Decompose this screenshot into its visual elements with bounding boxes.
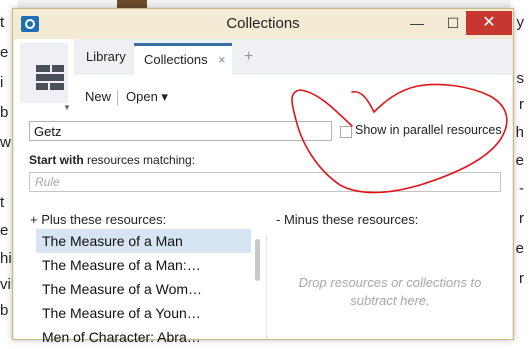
tab-strip: Library Collections × + bbox=[74, 39, 512, 75]
bg-right-char: - bbox=[519, 180, 524, 197]
collections-window: Collections — ☐ ✕ ▼ Library Collections … bbox=[12, 8, 514, 345]
resource-list-item[interactable]: The Measure of a Man bbox=[36, 229, 251, 253]
resource-list-item[interactable]: The Measure of a Youn… bbox=[36, 301, 251, 325]
add-tab-button[interactable]: + bbox=[244, 43, 253, 75]
panel-menu[interactable] bbox=[20, 43, 68, 103]
lists-divider bbox=[266, 234, 267, 339]
collections-panel: ▼ Library Collections × + New Open ▾ Sho… bbox=[14, 39, 512, 345]
plus-resources-list: The Measure of a Man The Measure of a Ma… bbox=[36, 229, 251, 349]
bg-left-char: e bbox=[0, 44, 9, 61]
bg-left-char: b bbox=[0, 302, 9, 319]
bg-right-char: r bbox=[519, 96, 524, 113]
close-window-button[interactable]: ✕ bbox=[466, 11, 512, 35]
tab-collections[interactable]: Collections × bbox=[134, 43, 232, 75]
new-button[interactable]: New bbox=[85, 89, 111, 104]
plus-resources-heading: + Plus these resources: bbox=[30, 212, 167, 227]
rule-input[interactable]: Rule bbox=[29, 172, 501, 192]
resource-list-item[interactable]: The Measure of a Wom… bbox=[36, 277, 251, 301]
bg-right-char: e bbox=[515, 240, 524, 257]
resources-scrollbar[interactable] bbox=[255, 239, 260, 281]
title-bar[interactable]: Collections — ☐ ✕ bbox=[13, 9, 513, 39]
toolbar-divider bbox=[117, 90, 118, 105]
bg-right-char: r bbox=[519, 210, 524, 227]
rule-heading-rest: resources matching: bbox=[83, 153, 196, 167]
collection-search-input[interactable] bbox=[29, 121, 332, 141]
tab-library[interactable]: Library bbox=[86, 43, 126, 75]
bg-right-char: h bbox=[515, 124, 524, 141]
tab-close-icon[interactable]: × bbox=[218, 46, 226, 74]
rule-heading: Start with resources matching: bbox=[29, 153, 195, 167]
minus-resources-heading: - Minus these resources: bbox=[276, 212, 419, 227]
resource-list-item[interactable]: The Measure of a Man:… bbox=[36, 253, 251, 277]
bg-left-char: t bbox=[0, 14, 5, 31]
bg-right-char: e bbox=[515, 152, 524, 169]
bg-right-char: r bbox=[519, 270, 524, 287]
bg-left-char: t bbox=[0, 194, 5, 211]
parallel-resources-checkbox[interactable] bbox=[340, 126, 352, 138]
rule-heading-bold: Start with bbox=[29, 153, 84, 167]
bg-right-char: y bbox=[516, 14, 525, 31]
bg-left-char: e bbox=[0, 222, 9, 239]
tab-collections-label: Collections bbox=[144, 52, 208, 67]
parallel-resources-label[interactable]: Show in parallel resources bbox=[355, 123, 502, 137]
bg-left-char: w bbox=[0, 134, 11, 151]
bg-right-char: s bbox=[516, 70, 525, 87]
resource-list-item[interactable]: Men of Character: Abra… bbox=[36, 325, 251, 349]
bg-left-char: hi bbox=[0, 250, 12, 267]
panel-menu-dropdown-icon[interactable]: ▼ bbox=[63, 103, 71, 112]
bg-left-char: i bbox=[0, 74, 4, 91]
open-button[interactable]: Open ▾ bbox=[126, 89, 168, 105]
minus-drop-zone-hint[interactable]: Drop resources or collections to subtrac… bbox=[280, 274, 500, 310]
bg-left-char: b bbox=[0, 104, 9, 121]
minimize-button[interactable]: — bbox=[397, 11, 437, 35]
